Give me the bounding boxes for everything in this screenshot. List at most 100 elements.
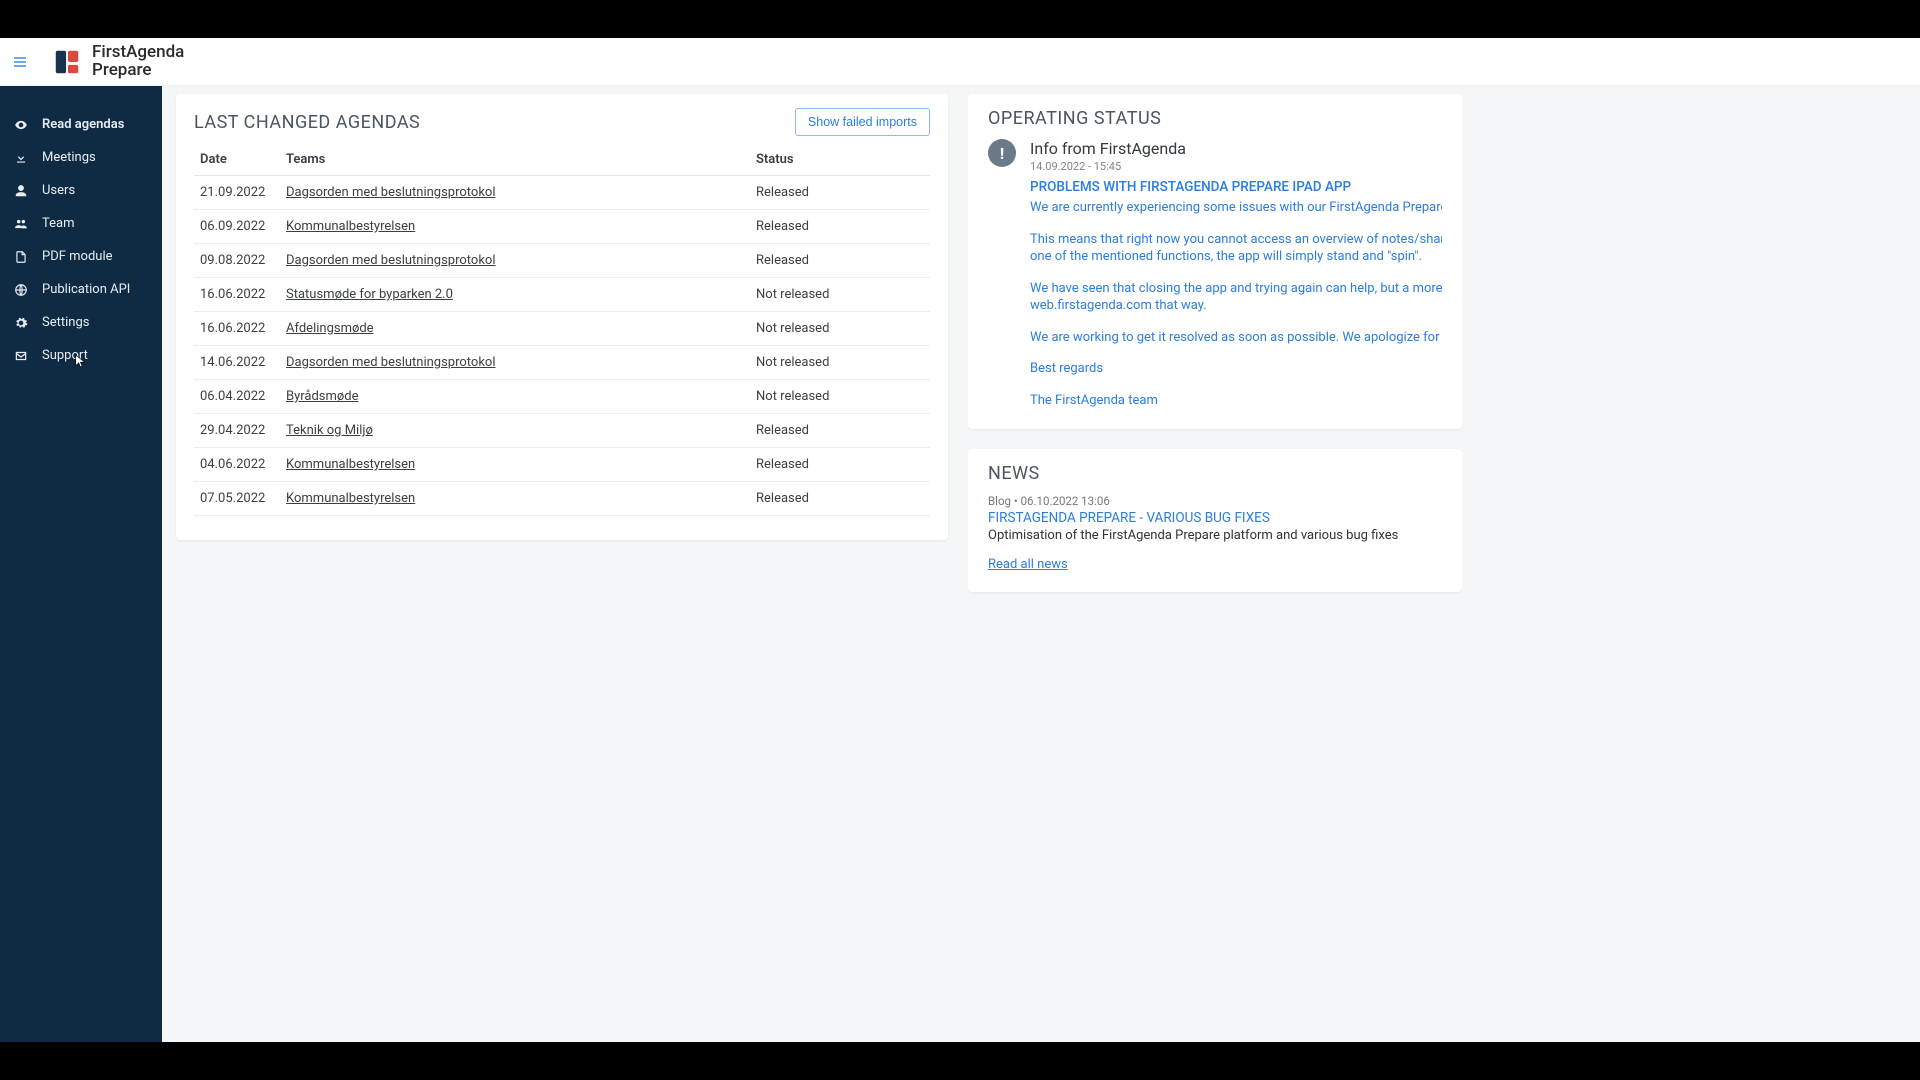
sidebar-item-label: Support (42, 348, 88, 363)
sidebar-item-label: Meetings (42, 150, 96, 165)
agenda-team-link[interactable]: Dagsorden med beslutningsprotokol (286, 185, 496, 200)
table-row: 04.06.2022 Kommunalbestyrelsen Released (194, 448, 930, 482)
table-row: 06.04.2022ByrådsmødeNot released (194, 380, 930, 414)
table-row: 16.06.2022 Statusmøde for byparken 2.0 Not… (194, 278, 930, 312)
agenda-status: Released (750, 482, 930, 516)
agenda-status: Not released (750, 346, 930, 380)
sidebar-item-support[interactable]: Support (0, 339, 162, 372)
agenda-date: 29.04.2022 (194, 414, 280, 448)
show-failed-imports-button[interactable]: Show failed imports (795, 108, 930, 136)
info-paragraph: We are currently experiencing some issue… (1030, 199, 1442, 217)
agenda-team-cell: Kommunalbestyrelsen (280, 482, 750, 516)
sidebar-item-label: Publication API (42, 282, 130, 297)
table-row: 29.04.2022 Teknik og Miljø Released (194, 414, 930, 448)
users-icon (14, 217, 28, 231)
table-row: 07.05.2022 Kommunalbestyrelsen Released (194, 482, 930, 516)
sidebar-item-meetings[interactable]: Meetings (0, 141, 162, 174)
agenda-team-cell: Statusmøde for byparken 2.0 (280, 278, 750, 312)
globe-icon (14, 283, 28, 297)
app-root: FirstAgenda Prepare Read agendas Meeting… (0, 38, 1920, 1042)
agenda-team-cell: Teknik og Miljø (280, 414, 750, 448)
sidebar-item-read-agendas[interactable]: Read agendas (0, 108, 162, 141)
agenda-status: Released (750, 414, 930, 448)
agenda-team-cell: Kommunalbestyrelsen (280, 210, 750, 244)
sidebar-item-label: Settings (42, 315, 89, 330)
info-line: one of the mentioned functions, the app … (1030, 249, 1422, 264)
agenda-date: 21.09.2022 (194, 176, 280, 210)
info-line: We have seen that closing the app and tr… (1030, 281, 1442, 296)
sidebar-item-label: PDF module (42, 249, 113, 264)
info-line: This means that right now you cannot acc… (1030, 232, 1442, 247)
agenda-date: 14.06.2022 (194, 346, 280, 380)
agenda-team-link[interactable]: Teknik og Miljø (286, 423, 373, 438)
agenda-team-link[interactable]: Statusmøde for byparken 2.0 (286, 287, 453, 302)
agenda-date: 07.05.2022 (194, 482, 280, 516)
agenda-team-cell: Dagsorden med beslutningsprotokol (280, 176, 750, 210)
read-all-news-link[interactable]: Read all news (988, 557, 1068, 572)
info-paragraph: Best regards (1030, 360, 1442, 378)
col-teams: Teams (280, 144, 750, 176)
info-paragraph: We have seen that closing the app and tr… (1030, 280, 1442, 315)
gear-icon (14, 316, 28, 330)
col-date: Date (194, 144, 280, 176)
last-changed-agendas-card: LAST CHANGED AGENDAS Show failed imports… (176, 94, 948, 540)
agenda-team-link[interactable]: Kommunalbestyrelsen (286, 491, 415, 506)
news-headline: FIRSTAGENDA PREPARE - VARIOUS BUG FIXES (988, 510, 1442, 526)
logo-text-line2: Prepare (92, 62, 184, 80)
topbar: FirstAgenda Prepare (0, 38, 1920, 86)
table-row: 14.06.2022 Dagsorden med beslutningsproto… (194, 346, 930, 380)
info-paragraph: This means that right now you cannot acc… (1030, 231, 1442, 266)
sidebar-item-pdf-module[interactable]: PDF module (0, 240, 162, 273)
sidebar-item-label: Team (42, 216, 75, 231)
info-line: web.firstagenda.com that way. (1030, 298, 1207, 313)
agenda-date: 16.06.2022 (194, 312, 280, 346)
sidebar-item-users[interactable]: Users (0, 174, 162, 207)
agenda-date: 09.08.2022 (194, 244, 280, 278)
agendas-title: LAST CHANGED AGENDAS (194, 112, 420, 133)
agenda-status: Released (750, 448, 930, 482)
sidebar-item-settings[interactable]: Settings (0, 306, 162, 339)
logo: FirstAgenda Prepare (52, 44, 184, 80)
logo-text-line1: FirstAgenda (92, 44, 184, 62)
agenda-status: Not released (750, 278, 930, 312)
download-icon (14, 151, 28, 165)
info-paragraph: The FirstAgenda team (1030, 392, 1442, 410)
table-row: 06.09.2022 Kommunalbestyrelsen Released (194, 210, 930, 244)
news-card: NEWS Blog • 06.10.2022 13:06 FIRSTAGENDA… (968, 449, 1462, 592)
news-description: Optimisation of the FirstAgenda Prepare … (988, 528, 1442, 543)
agenda-team-link[interactable]: Byrådsmøde (286, 389, 359, 404)
main-content: LAST CHANGED AGENDAS Show failed imports… (162, 86, 1920, 1042)
info-date: 14.09.2022 - 15:45 (1030, 160, 1442, 173)
envelope-icon (14, 349, 28, 363)
operating-status-title: OPERATING STATUS (988, 108, 1442, 129)
agenda-date: 16.06.2022 (194, 278, 280, 312)
info-paragraph: We are working to get it resolved as soo… (1030, 329, 1442, 347)
body: Read agendas Meetings Users Team (0, 86, 1920, 1042)
agenda-team-link[interactable]: Kommunalbestyrelsen (286, 457, 415, 472)
agenda-team-cell: Kommunalbestyrelsen (280, 448, 750, 482)
user-icon (14, 184, 28, 198)
info-badge-icon: ! (988, 139, 1016, 167)
agenda-team-link[interactable]: Kommunalbestyrelsen (286, 219, 415, 234)
file-icon (14, 250, 28, 264)
agenda-date: 04.06.2022 (194, 448, 280, 482)
hamburger-icon[interactable] (8, 50, 32, 74)
info-title: Info from FirstAgenda (1030, 139, 1442, 158)
agenda-team-link[interactable]: Dagsorden med beslutningsprotokol (286, 355, 496, 370)
agenda-team-cell: Dagsorden med beslutningsprotokol (280, 244, 750, 278)
operating-status-card: OPERATING STATUS ! Info from FirstAgenda… (968, 94, 1462, 429)
agenda-status: Released (750, 244, 930, 278)
agenda-team-cell: Afdelingsmøde (280, 312, 750, 346)
table-row: 09.08.2022 Dagsorden med beslutningsproto… (194, 244, 930, 278)
table-row: 21.09.2022 Dagsorden med beslutningsproto… (194, 176, 930, 210)
agenda-status: Released (750, 176, 930, 210)
agenda-team-link[interactable]: Afdelingsmøde (286, 321, 374, 336)
logo-mark-icon (52, 47, 82, 77)
table-row: 16.06.2022 Afdelingsmøde Not released (194, 312, 930, 346)
agenda-team-link[interactable]: Dagsorden med beslutningsprotokol (286, 253, 496, 268)
sidebar-item-publication-api[interactable]: Publication API (0, 273, 162, 306)
agenda-date: 06.09.2022 (194, 210, 280, 244)
sidebar-item-team[interactable]: Team (0, 207, 162, 240)
agenda-status: Not released (750, 312, 930, 346)
agenda-status: Released (750, 210, 930, 244)
